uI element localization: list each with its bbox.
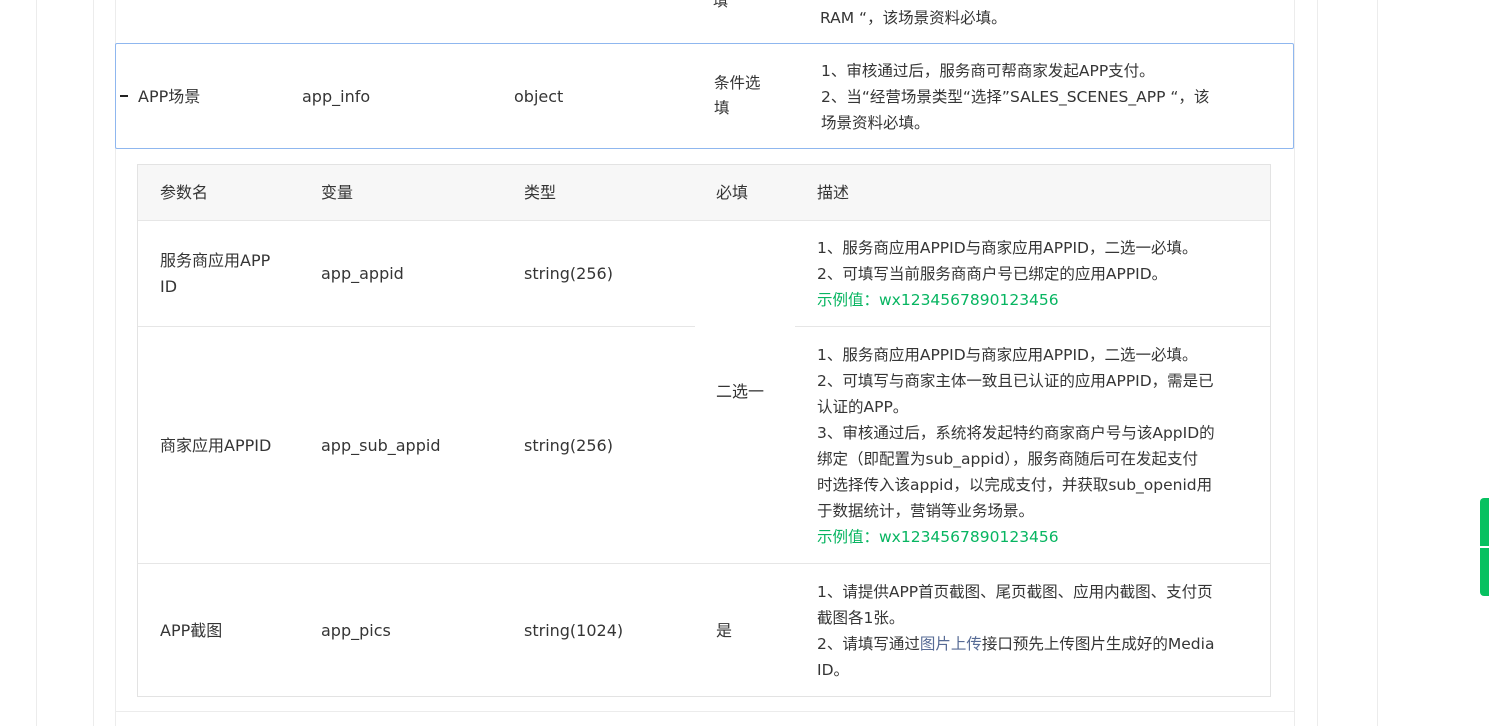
- table-border-right: [1294, 0, 1295, 726]
- variable-cell: app_pics: [321, 621, 391, 640]
- app-info-subtable: 参数名 变量 类型 必填 描述 服务商应用APP ID app_appid st…: [137, 164, 1271, 697]
- table-bottom-border: [115, 711, 1294, 712]
- header-type: 类型: [524, 183, 557, 202]
- description-cell: 1、服务商应用APPID与商家应用APPID，二选一必填。 2、可填写与商家主体…: [817, 342, 1215, 550]
- app-scene-row[interactable]: APP场景 app_info object 条件选 填 1、审核通过后，服务商可…: [115, 43, 1294, 149]
- description-cell: 1、服务商应用APPID与商家应用APPID，二选一必填。 2、可填写当前服务商…: [817, 235, 1197, 313]
- type-cell: object: [514, 87, 564, 106]
- param-name-cell: APP场景: [138, 87, 201, 106]
- prev-required-cell: 填: [713, 0, 729, 10]
- header-description: 描述: [817, 183, 850, 202]
- type-cell: string(1024): [524, 621, 624, 640]
- param-name-cell: APP截图: [160, 621, 223, 640]
- variable-cell: app_appid: [321, 264, 404, 283]
- description-cell: 1、审核通过后，服务商可帮商家发起APP支付。 2、当“经营场景类型“选择”SA…: [821, 62, 1210, 132]
- row-divider: [138, 563, 1270, 564]
- variable-cell: app_info: [302, 87, 371, 106]
- image-upload-link[interactable]: 图片上传: [920, 635, 982, 653]
- row-divider: [138, 326, 695, 327]
- header-required: 必填: [716, 183, 749, 202]
- row-divider: [795, 326, 1270, 327]
- content-border-left: [93, 0, 94, 726]
- param-name-cell: 服务商应用APP ID: [160, 251, 271, 296]
- param-name-cell: 商家应用APPID: [160, 436, 272, 455]
- floating-side-tab[interactable]: [1480, 498, 1489, 596]
- collapse-minus-icon[interactable]: [120, 95, 128, 97]
- previous-table-row: 填 RAM “，该场景资料必填。: [115, 0, 1294, 44]
- merged-required-cell: 二选一: [716, 382, 765, 401]
- prev-description-cell: RAM “，该场景资料必填。: [820, 9, 1007, 27]
- variable-cell: app_sub_appid: [321, 436, 441, 455]
- header-param-name: 参数名: [160, 183, 209, 202]
- description-cell: 1、请提供APP首页截图、尾页截图、应用内截图、支付页 截图各1张。 2、请填写…: [817, 583, 1215, 679]
- example-value: 示例值：wx1234567890123456: [817, 528, 1059, 546]
- subtable-header: 参数名 变量 类型 必填 描述: [138, 165, 1270, 221]
- page-border-right: [1377, 0, 1378, 726]
- required-cell: 是: [716, 621, 733, 640]
- type-cell: string(256): [524, 264, 613, 283]
- header-variable: 变量: [321, 183, 354, 202]
- type-cell: string(256): [524, 436, 613, 455]
- example-value: 示例值：wx1234567890123456: [817, 291, 1059, 309]
- content-border-right: [1317, 0, 1318, 726]
- page-border-left: [36, 0, 37, 726]
- required-cell: 条件选 填: [714, 74, 761, 117]
